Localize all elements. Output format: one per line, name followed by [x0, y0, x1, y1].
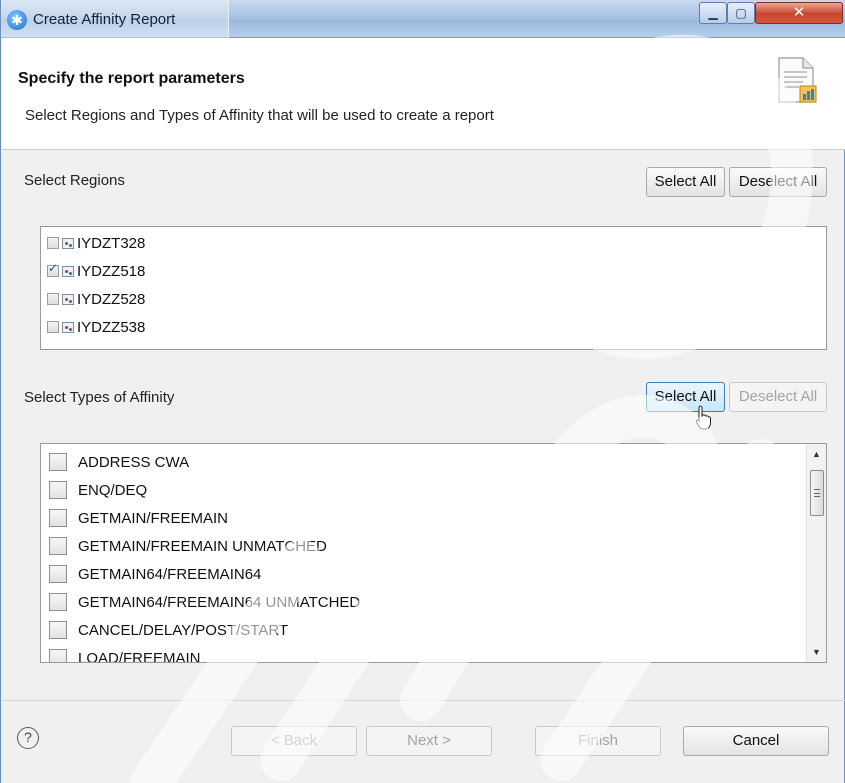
affinity-checkbox[interactable]	[49, 649, 67, 662]
region-item[interactable]: IYDZZ528	[47, 288, 145, 310]
affinity-item[interactable]: ENQ/DEQ	[49, 477, 147, 503]
affinity-label: CANCEL/DELAY/POST/START	[78, 621, 289, 639]
region-item[interactable]: IYDZZ538	[47, 316, 145, 338]
select-affinity-label: Select Types of Affinity	[24, 389, 175, 406]
affinity-label: GETMAIN64/FREEMAIN64 UNMATCHED	[78, 593, 361, 611]
region-label: IYDZT328	[77, 234, 146, 252]
region-label: IYDZZ538	[77, 318, 146, 336]
next-button[interactable]: Next >	[366, 726, 492, 756]
affinity-checkbox[interactable]	[49, 621, 67, 639]
region-label: IYDZZ518	[77, 262, 146, 280]
affinity-list[interactable]: ADDRESS CWA ENQ/DEQ GETMAIN/FREEMAIN GET…	[40, 443, 827, 663]
affinity-item[interactable]: GETMAIN/FREEMAIN UNMATCHED	[49, 533, 327, 559]
affinity-checkbox[interactable]	[49, 509, 67, 527]
affinity-item[interactable]: GETMAIN64/FREEMAIN64	[49, 561, 261, 587]
affinity-item[interactable]: ADDRESS CWA	[49, 449, 189, 475]
page-title: Specify the report parameters	[18, 70, 245, 87]
region-checkbox[interactable]	[47, 237, 59, 249]
region-item[interactable]: IYDZZ518	[47, 260, 145, 282]
scroll-up-arrow-icon[interactable]: ▲	[807, 444, 826, 464]
affinity-item[interactable]: GETMAIN64/FREEMAIN64 UNMATCHED	[49, 589, 360, 615]
minimize-button[interactable]: ▁	[699, 2, 727, 24]
affinity-label: LOAD/FREEMAIN	[78, 649, 201, 663]
scroll-down-arrow-icon[interactable]: ▼	[807, 642, 826, 662]
affinity-label: GETMAIN64/FREEMAIN64	[78, 565, 262, 583]
affinity-item[interactable]: GETMAIN/FREEMAIN	[49, 505, 228, 531]
window-title: Create Affinity Report	[33, 11, 176, 28]
create-affinity-report-dialog: ✱ Create Affinity Report ▁ ▢ ✕ Specify t…	[0, 0, 845, 783]
region-checkbox-checked[interactable]	[47, 261, 59, 277]
affinity-scrollbar[interactable]: ▲ ▼	[806, 444, 826, 662]
affinity-checkbox[interactable]	[49, 565, 67, 583]
cancel-button[interactable]: Cancel	[683, 726, 829, 756]
affinity-deselect-all-button[interactable]: Deselect All	[729, 382, 827, 412]
affinity-checkbox[interactable]	[49, 593, 67, 611]
select-regions-label: Select Regions	[24, 172, 125, 189]
affinity-checkbox[interactable]	[49, 481, 67, 499]
affinity-label: ENQ/DEQ	[78, 481, 148, 499]
page-subtitle: Select Regions and Types of Affinity tha…	[25, 107, 494, 124]
title-bar[interactable]: ✱ Create Affinity Report ▁ ▢ ✕	[1, 0, 845, 38]
region-item[interactable]: IYDZT328	[47, 232, 145, 254]
region-checkbox[interactable]	[47, 293, 59, 305]
close-icon: ✕	[792, 4, 806, 21]
back-button[interactable]: < Back	[231, 726, 357, 756]
affinity-item[interactable]: LOAD/FREEMAIN	[49, 645, 201, 663]
report-document-icon	[778, 57, 817, 103]
scrollbar-thumb[interactable]	[810, 470, 824, 516]
maximize-icon: ▢	[735, 6, 747, 20]
grip-icon	[814, 489, 820, 497]
region-icon	[62, 321, 74, 333]
help-icon[interactable]: ?	[17, 727, 39, 749]
region-checkbox[interactable]	[47, 321, 59, 333]
affinity-item[interactable]: CANCEL/DELAY/POST/START	[49, 617, 288, 643]
region-icon	[62, 293, 74, 305]
affinity-label: GETMAIN/FREEMAIN	[78, 509, 229, 527]
affinity-label: GETMAIN/FREEMAIN UNMATCHED	[78, 537, 327, 555]
affinity-checkbox[interactable]	[49, 537, 67, 555]
regions-list[interactable]: IYDZT328 IYDZZ518 IYDZZ528 IYDZZ538	[40, 226, 827, 350]
regions-deselect-all-button[interactable]: Deselect All	[729, 167, 827, 197]
affinity-select-all-button[interactable]: Select All	[646, 382, 725, 412]
mouse-pointer-icon	[695, 405, 711, 430]
wizard-header: Specify the report parameters Select Reg…	[2, 38, 845, 150]
close-button[interactable]: ✕	[755, 2, 843, 24]
region-icon	[62, 265, 74, 277]
affinity-checkbox[interactable]	[49, 453, 67, 471]
asterisk-icon: ✱	[7, 10, 27, 30]
footer-divider	[2, 700, 845, 701]
affinity-label: ADDRESS CWA	[78, 453, 190, 471]
minimize-icon: ▁	[708, 6, 718, 20]
maximize-button[interactable]: ▢	[727, 2, 755, 24]
finish-button[interactable]: Finish	[535, 726, 661, 756]
region-icon	[62, 237, 74, 249]
regions-select-all-button[interactable]: Select All	[646, 167, 725, 197]
region-label: IYDZZ528	[77, 290, 146, 308]
